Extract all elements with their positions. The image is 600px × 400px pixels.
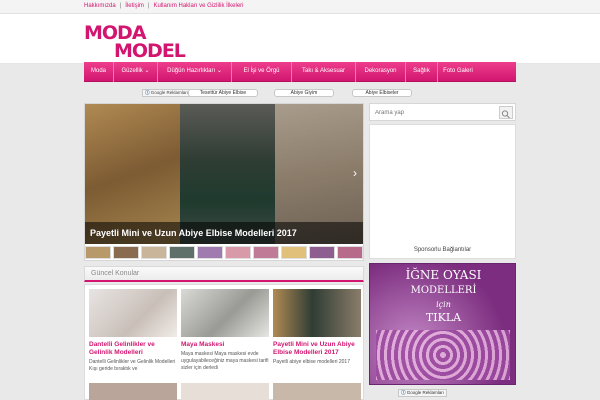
info-icon: ⓘ xyxy=(401,390,406,395)
link-terms[interactable]: Kullanım Hakları ve Gizlilik İlkeleri xyxy=(153,3,243,9)
section-header: Güncel Konular xyxy=(84,266,364,282)
banner-line-1: İĞNE OYASI xyxy=(405,268,482,282)
post-thumbnail[interactable] xyxy=(181,289,269,337)
google-ads-badge[interactable]: ⓘ Google Reklamları xyxy=(142,89,192,97)
slider-thumb[interactable] xyxy=(225,246,251,259)
slider-thumb[interactable] xyxy=(141,246,167,259)
banner-line-3: için xyxy=(436,300,451,309)
slider-thumb[interactable] xyxy=(85,246,111,259)
search-button[interactable] xyxy=(499,106,513,119)
post-thumbnail[interactable] xyxy=(181,383,269,400)
nav-item-taki[interactable]: Takı & Aksesuar xyxy=(292,62,356,82)
ad-space xyxy=(369,124,516,259)
slider-thumb[interactable] xyxy=(281,246,307,259)
post-card[interactable]: Maya Maskesi Maya maskesi Maya maskesi e… xyxy=(181,289,269,372)
site-header: MODA MODEL xyxy=(0,14,600,64)
separator: | xyxy=(119,3,122,9)
slider-thumbnails xyxy=(85,244,363,260)
post-title[interactable]: Maya Maskesi xyxy=(181,341,269,349)
sponsored-links-label: Sponsorlu Bağlantılar xyxy=(413,247,472,253)
search-box xyxy=(369,103,516,121)
post-title[interactable]: Payetli Mini ve Uzun Abiye Elbise Modell… xyxy=(273,341,361,357)
info-icon: ⓘ xyxy=(145,90,150,95)
recent-posts: Dantelli Gelinlikler ve Gelinlik Modelle… xyxy=(84,284,364,400)
lace-pattern xyxy=(376,330,510,380)
ad-links-strip: ⓘ Google Reklamları Tesettür Abiye Elbis… xyxy=(84,85,516,99)
banner-line-4: TIKLA xyxy=(425,311,462,324)
search-icon xyxy=(501,110,510,119)
slider-thumb[interactable] xyxy=(113,246,139,259)
main-navigation: Moda Güzellik ⌄ Düğün Hazırlıkları ⌄ El … xyxy=(84,62,516,82)
ad-link[interactable]: Abiye Giyim xyxy=(274,89,334,97)
slider-thumb[interactable] xyxy=(197,246,223,259)
post-excerpt: Maya maskesi Maya maskesi evde uygulayab… xyxy=(181,351,269,371)
featured-slider: › Payetli Mini ve Uzun Abiye Elbise Mode… xyxy=(84,103,364,261)
nav-item-el-isi[interactable]: El İşi ve Örgü xyxy=(232,62,292,82)
section-title: Güncel Konular xyxy=(91,270,140,277)
ad-link[interactable]: Tesettür Abiye Elbise xyxy=(188,89,258,97)
banner-line-2: MODELLERİ xyxy=(410,285,477,296)
post-excerpt: Payetli abiye elbise modelleri 2017 xyxy=(273,359,350,365)
nav-item-guzellik[interactable]: Güzellik ⌄ xyxy=(114,62,158,82)
post-thumbnail[interactable] xyxy=(89,383,177,400)
slider-caption[interactable]: Payetli Mini ve Uzun Abiye Elbise Modell… xyxy=(85,222,363,244)
slider-thumb[interactable] xyxy=(309,246,335,259)
nav-item-dugun[interactable]: Düğün Hazırlıkları ⌄ xyxy=(158,62,232,82)
nav-item-dekorasyon[interactable]: Dekorasyon xyxy=(356,62,406,82)
nav-item-foto-galeri[interactable]: Foto Galeri xyxy=(438,62,478,82)
post-thumbnail[interactable] xyxy=(89,289,177,337)
logo-line-2: MODEL xyxy=(114,40,186,62)
post-thumbnail[interactable] xyxy=(273,383,361,400)
nav-item-saglik[interactable]: Sağlık xyxy=(406,62,438,82)
slider-thumb[interactable] xyxy=(337,246,363,259)
post-card[interactable]: Payetli Mini ve Uzun Abiye Elbise Modell… xyxy=(273,289,361,366)
link-about[interactable]: Hakkımızda xyxy=(84,3,116,9)
post-card[interactable]: Dantelli Gelinlikler ve Gelinlik Modelle… xyxy=(89,289,177,373)
slider-thumb[interactable] xyxy=(253,246,279,259)
search-input[interactable] xyxy=(372,106,496,119)
promo-banner[interactable]: İĞNE OYASI MODELLERİ için TIKLA xyxy=(369,263,516,385)
site-logo[interactable]: MODA MODEL xyxy=(84,22,204,62)
badge-label: Google Reklamları xyxy=(150,90,189,95)
google-ads-badge[interactable]: ⓘ Google Reklamları xyxy=(398,389,448,397)
top-links-bar: Hakkımızda | İletişim | Kullanım Hakları… xyxy=(0,0,600,14)
ad-link[interactable]: Abiye Elbiseler xyxy=(352,89,412,97)
post-excerpt: Dantelli Gelinlikler ve Gelinlik Modelle… xyxy=(89,359,176,372)
slider-thumb[interactable] xyxy=(169,246,195,259)
badge-label: Google Reklamları xyxy=(406,390,445,395)
next-arrow-icon[interactable]: › xyxy=(353,166,357,180)
separator: | xyxy=(147,3,150,9)
post-title[interactable]: Dantelli Gelinlikler ve Gelinlik Modelle… xyxy=(89,341,177,357)
link-contact[interactable]: İletişim xyxy=(125,3,144,9)
nav-item-moda[interactable]: Moda xyxy=(84,62,114,82)
post-thumbnail[interactable] xyxy=(273,289,361,337)
